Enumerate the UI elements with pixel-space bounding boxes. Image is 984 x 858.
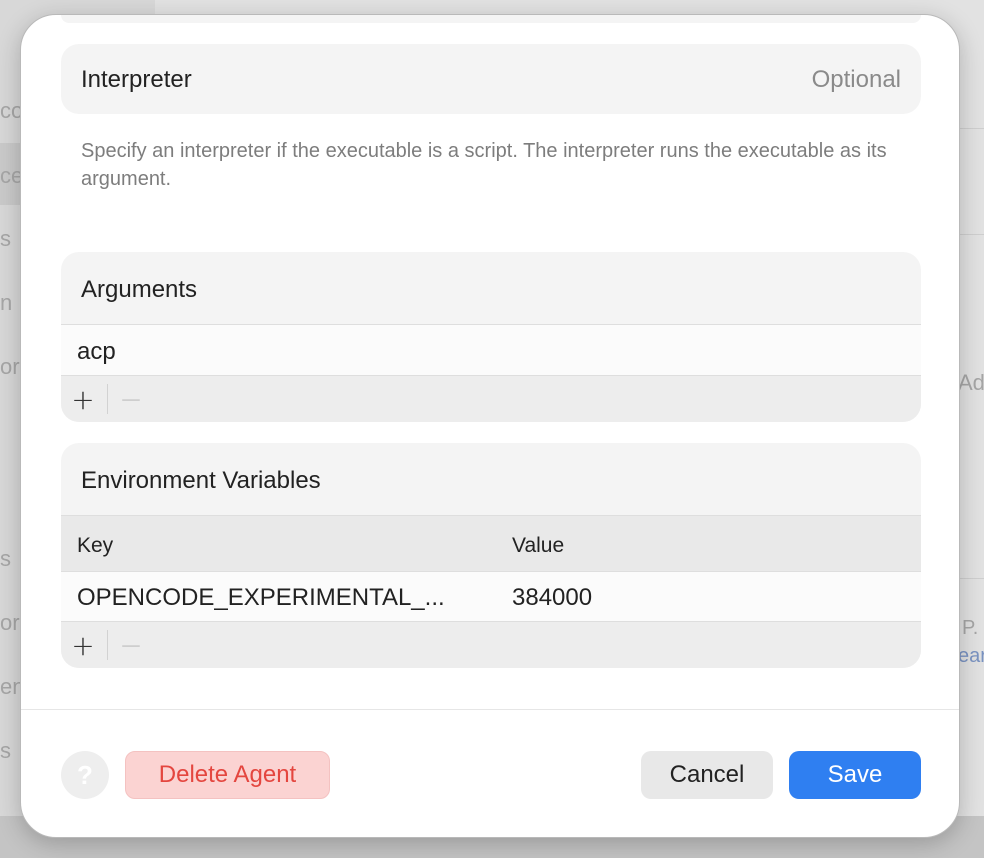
env-value-cell: 384000 — [512, 584, 593, 611]
argument-value: acp — [77, 338, 116, 365]
environment-section: Environment Variables Key Value OPENCODE… — [61, 443, 921, 668]
list-item[interactable]: acp — [61, 325, 921, 375]
arguments-controls: + − — [61, 376, 921, 422]
plus-icon: + — [71, 382, 95, 416]
column-header-key[interactable]: Key — [77, 534, 113, 558]
background-text-fragment: or — [0, 354, 20, 379]
background-text-fragment: s — [0, 226, 11, 251]
controls-separator — [107, 384, 108, 414]
background-text-fragment: Ad — [958, 370, 984, 395]
minus-icon: − — [119, 628, 143, 662]
minus-icon: − — [119, 382, 143, 416]
save-button[interactable]: Save — [789, 751, 921, 799]
controls-separator — [107, 630, 108, 660]
background-text-fragment: ear — [958, 645, 984, 667]
add-argument-button[interactable]: + — [61, 376, 105, 422]
background-divider — [960, 234, 984, 235]
env-key-cell: OPENCODE_EXPERIMENTAL_... — [77, 584, 445, 611]
environment-title: Environment Variables — [81, 467, 321, 494]
arguments-section: Arguments acp + − — [61, 252, 921, 422]
delete-agent-button[interactable]: Delete Agent — [125, 751, 330, 799]
add-variable-button[interactable]: + — [61, 622, 105, 668]
remove-variable-button[interactable]: − — [109, 622, 153, 668]
interpreter-placeholder[interactable]: Optional — [812, 66, 901, 94]
table-row[interactable]: OPENCODE_EXPERIMENTAL_... 384000 — [61, 572, 921, 621]
help-button[interactable]: ? — [61, 751, 109, 799]
interpreter-field[interactable]: Interpreter Optional — [61, 44, 921, 114]
background-divider — [960, 578, 984, 579]
footer-divider — [21, 709, 959, 710]
interpreter-label: Interpreter — [81, 66, 192, 93]
question-mark-icon: ? — [77, 759, 93, 790]
background-text-fragment: s — [0, 546, 11, 571]
environment-controls: + − — [61, 622, 921, 668]
environment-table-header: Key Value — [61, 516, 921, 571]
arguments-title: Arguments — [81, 276, 198, 303]
column-header-value[interactable]: Value — [512, 534, 564, 558]
background-text-fragment: s — [0, 738, 11, 763]
agent-settings-sheet: Interpreter Optional Specify an interpre… — [20, 14, 960, 838]
background-text-fragment: n — [0, 290, 13, 315]
interpreter-hint: Specify an interpreter if the executable… — [81, 140, 887, 190]
previous-card-edge — [61, 15, 921, 23]
background-divider — [960, 128, 984, 129]
plus-icon: + — [71, 628, 95, 662]
cancel-button[interactable]: Cancel — [641, 751, 773, 799]
background-text-fragment: or — [0, 610, 20, 635]
remove-argument-button[interactable]: − — [109, 376, 153, 422]
background-text-fragment: P. — [962, 617, 979, 639]
